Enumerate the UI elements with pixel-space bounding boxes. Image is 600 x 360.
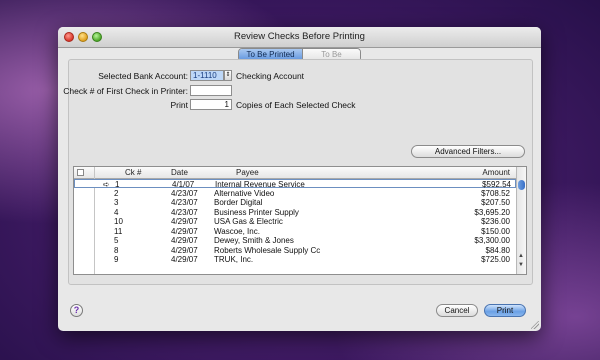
resize-grip-icon[interactable] — [531, 321, 539, 329]
checks-table: Ck # Date Payee Amount ➪ 1 4/1/07 Internal … — [73, 166, 527, 275]
table-row[interactable]: 3 4/23/07 Border Digital $207.50 — [74, 198, 516, 207]
payee-cell: Dewey, Smith & Jones — [214, 236, 294, 245]
date-cell: 4/29/07 — [171, 255, 198, 264]
payee-cell: Roberts Wholesale Supply Cc — [214, 245, 320, 255]
payee-cell: Wascoe, Inc. — [214, 226, 260, 236]
table-row[interactable]: 9 4/29/07 TRUK, Inc. $725.00 — [74, 255, 516, 264]
payee-cell: TRUK, Inc. — [214, 255, 254, 264]
table-row[interactable]: 4 4/23/07 Business Printer Supply $3,695.20 — [74, 208, 516, 217]
title-bar[interactable]: Review Checks Before Printing — [58, 27, 541, 48]
table-row[interactable]: 8 4/29/07 Roberts Wholesale Supply Cc $84.8… — [74, 246, 516, 255]
date-cell: 4/23/07 — [171, 207, 198, 217]
check-number-cell: 11 — [114, 226, 123, 236]
amount-cell: $207.50 — [481, 198, 510, 207]
amount-cell: $3,695.20 — [474, 207, 510, 217]
help-button[interactable]: ? — [70, 304, 83, 317]
date-cell: 4/29/07 — [171, 217, 198, 226]
check-number-cell: 9 — [114, 255, 119, 264]
chevron-down-icon[interactable]: ⇕ — [224, 70, 232, 81]
date-cell: 4/29/07 — [171, 226, 198, 236]
table-header: Ck # Date Payee Amount — [74, 167, 516, 179]
copies-field[interactable]: 1 — [190, 99, 232, 110]
check-number-cell: 5 — [114, 236, 119, 245]
advanced-filters-button[interactable]: Advanced Filters... — [411, 145, 525, 158]
amount-cell: $84.80 — [485, 245, 510, 255]
table-row[interactable]: 11 4/29/07 Wascoe, Inc. $150.00 — [74, 227, 516, 236]
scroll-down-icon[interactable]: ▼ — [518, 262, 524, 268]
print-button[interactable]: Print — [484, 304, 526, 317]
table-row[interactable]: 2 4/23/07 Alternative Video $708.52 — [74, 189, 516, 198]
bank-account-label: Selected Bank Account: — [98, 71, 188, 81]
check-number-cell: 8 — [114, 245, 119, 255]
bank-account-name: Checking Account — [236, 71, 305, 81]
table-row[interactable]: 5 4/29/07 Dewey, Smith & Jones $3,300.00 — [74, 236, 516, 245]
first-check-number-field[interactable] — [190, 85, 232, 96]
window-title: Review Checks Before Printing — [234, 31, 365, 42]
check-number-cell: 3 — [114, 198, 119, 207]
select-all-checkbox[interactable] — [77, 169, 84, 176]
payee-cell: USA Gas & Electric — [214, 217, 283, 226]
table-row[interactable]: ➪ 1 4/1/07 Internal Revenue Service $592.54 — [74, 179, 516, 189]
payee-cell: Business Printer Supply — [214, 207, 299, 217]
vertical-scrollbar[interactable]: ▲ ▼ — [516, 167, 526, 274]
date-cell: 4/23/07 — [171, 198, 198, 207]
column-header-check-num[interactable]: Ck # — [125, 168, 141, 177]
amount-cell: $236.00 — [481, 217, 510, 226]
scrollbar-thumb[interactable] — [518, 180, 525, 190]
date-cell: 4/23/07 — [171, 188, 198, 198]
amount-cell: $708.52 — [481, 188, 510, 198]
review-checks-window: Review Checks Before Printing To Be Prin… — [58, 27, 541, 331]
cancel-button[interactable]: Cancel — [436, 304, 478, 317]
payee-cell: Border Digital — [214, 198, 263, 207]
payee-cell: Alternative Video — [214, 188, 275, 198]
amount-cell: $3,300.00 — [474, 236, 510, 245]
check-number-cell: 2 — [114, 188, 119, 198]
date-cell: 4/29/07 — [171, 236, 198, 245]
amount-cell: $725.00 — [481, 255, 510, 264]
column-header-payee[interactable]: Payee — [236, 168, 259, 177]
copies-suffix-label: Copies of Each Selected Check — [236, 100, 356, 110]
amount-cell: $150.00 — [481, 226, 510, 236]
column-header-date[interactable]: Date — [171, 168, 188, 177]
column-header-amount[interactable]: Amount — [474, 168, 510, 177]
date-cell: 4/29/07 — [171, 245, 198, 255]
print-label: Print — [170, 100, 188, 110]
check-number-cell: 4 — [114, 207, 119, 217]
scroll-up-icon[interactable]: ▲ — [518, 253, 524, 259]
table-row[interactable]: 10 4/29/07 USA Gas & Electric $236.00 — [74, 217, 516, 226]
first-check-label: Check # of First Check in Printer: — [63, 86, 188, 96]
check-number-cell: 10 — [114, 217, 123, 226]
bank-account-select[interactable]: 1-1110 — [190, 70, 224, 81]
